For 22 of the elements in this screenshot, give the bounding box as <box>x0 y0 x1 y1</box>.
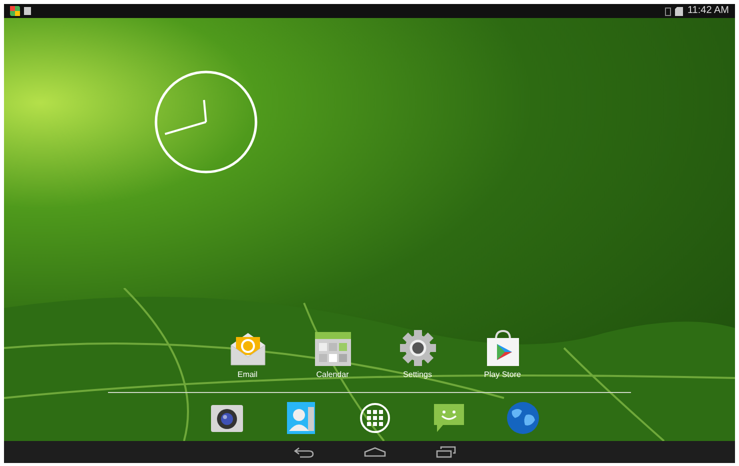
app-shortcut[interactable]: Play Store <box>460 327 545 380</box>
app-label: Calendar <box>316 370 349 380</box>
sd-card-icon <box>675 6 684 16</box>
app-grid-icon <box>359 402 391 434</box>
calendar-icon <box>314 331 352 367</box>
recent-apps-icon[interactable] <box>436 446 456 458</box>
back-icon[interactable] <box>294 446 314 458</box>
app-label: Email <box>237 370 258 380</box>
gear-icon <box>398 329 436 367</box>
status-time: 11:42 AM <box>687 6 729 16</box>
app-label: Settings <box>403 370 432 380</box>
app-shortcut[interactable]: Email <box>205 327 290 380</box>
battery-icon <box>665 6 672 16</box>
app-shortcut[interactable]: Calendar <box>290 327 375 380</box>
chat-bubble-icon <box>433 403 465 433</box>
contact-card-icon <box>286 401 316 435</box>
camera-icon <box>210 403 244 433</box>
app-label: Play Store <box>484 370 521 380</box>
envelope-icon <box>228 331 266 367</box>
gallery-icon <box>10 6 20 16</box>
home-icon[interactable] <box>364 447 386 457</box>
globe-icon <box>506 401 540 435</box>
